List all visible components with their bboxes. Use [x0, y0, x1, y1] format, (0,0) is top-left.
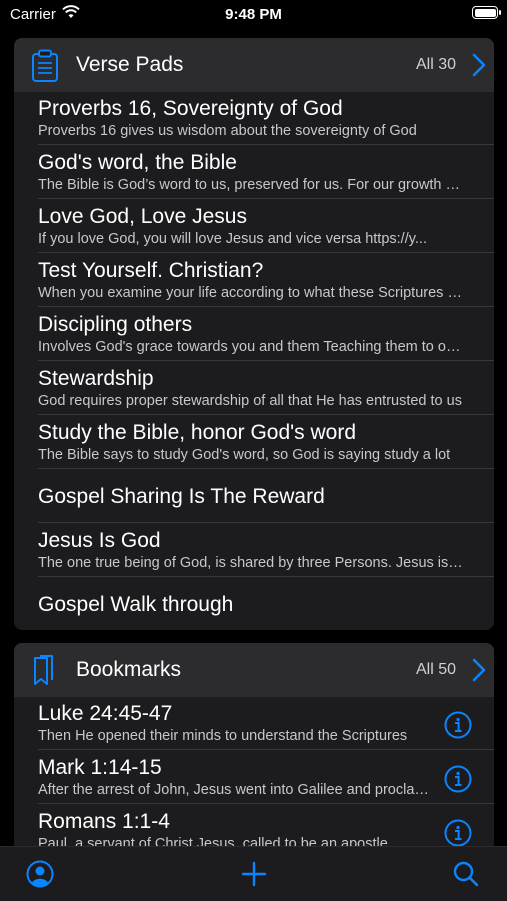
chevron-right-icon[interactable]	[472, 53, 486, 82]
verse-pad-row[interactable]: Gospel Walk through	[38, 578, 494, 630]
row-divider	[38, 360, 494, 361]
bookmarks-card: Bookmarks All 50 Luke 24:45-47 Then He o…	[14, 643, 494, 858]
row-divider	[38, 749, 494, 750]
verse-pad-row[interactable]: Test Yourself. Christian? When you exami…	[38, 254, 494, 307]
bookmark-icon	[30, 654, 60, 693]
bookmarks-header[interactable]: Bookmarks All 50	[14, 643, 494, 697]
row-divider	[38, 198, 494, 199]
verse-pads-count[interactable]: All 30	[416, 56, 456, 74]
verse-pad-subtitle: The Bible says to study God's word, so G…	[38, 447, 451, 463]
tab-bar	[0, 846, 507, 901]
verse-pad-subtitle: The one true being of God, is shared by …	[38, 555, 466, 571]
verse-pads-title: Verse Pads	[76, 53, 184, 76]
verse-pad-row[interactable]: Proverbs 16, Sovereignty of God Proverbs…	[38, 92, 494, 145]
verse-pad-subtitle: Involves God's grace towards you and the…	[38, 339, 466, 355]
info-icon[interactable]	[444, 765, 472, 798]
bookmarks-title: Bookmarks	[76, 658, 182, 681]
bookmark-subtitle: Then He opened their minds to understand…	[38, 728, 408, 744]
verse-pad-title: Proverbs 16, Sovereignty of God	[38, 97, 343, 120]
row-divider	[38, 468, 494, 469]
verse-pad-subtitle: Proverbs 16 gives us wisdom about the so…	[38, 123, 417, 139]
bookmark-subtitle: After the arrest of John, Jesus went int…	[38, 782, 430, 798]
verse-pad-row[interactable]: God's word, the Bible The Bible is God’s…	[38, 146, 494, 199]
verse-pad-row[interactable]: Love God, Love Jesus If you love God, yo…	[38, 200, 494, 253]
verse-pads-card: Verse Pads All 30 Proverbs 16, Sovereign…	[14, 38, 494, 630]
verse-pads-header[interactable]: Verse Pads All 30	[14, 38, 494, 92]
verse-pad-row[interactable]: Stewardship God requires proper stewards…	[38, 362, 494, 415]
chevron-right-icon[interactable]	[472, 658, 486, 687]
verse-pad-title: Discipling others	[38, 313, 193, 336]
verse-pad-title: Love God, Love Jesus	[38, 205, 247, 228]
clipboard-icon	[30, 49, 60, 88]
verse-pad-subtitle: God requires proper stewardship of all t…	[38, 393, 462, 409]
row-divider	[38, 144, 494, 145]
row-divider	[38, 414, 494, 415]
verse-pad-title: Stewardship	[38, 367, 154, 390]
row-divider	[38, 252, 494, 253]
bookmark-row[interactable]: Luke 24:45-47 Then He opened their minds…	[38, 697, 494, 750]
bookmark-title: Mark 1:14-15	[38, 756, 162, 779]
search-icon[interactable]	[452, 860, 480, 893]
verse-pad-subtitle: When you examine your life according to …	[38, 285, 466, 301]
verse-pad-title: Jesus Is God	[38, 529, 161, 552]
verse-pad-row[interactable]: Study the Bible, honor God's word The Bi…	[38, 416, 494, 469]
row-divider	[38, 522, 494, 523]
verse-pad-title: Gospel Walk through	[38, 593, 234, 616]
verse-pad-row[interactable]: Jesus Is God The one true being of God, …	[38, 524, 494, 577]
verse-pad-title: Gospel Sharing Is The Reward	[38, 485, 325, 508]
row-divider	[38, 306, 494, 307]
bookmark-title: Luke 24:45-47	[38, 702, 173, 725]
battery-icon	[472, 6, 501, 19]
verse-pad-subtitle: The Bible is God’s word to us, preserved…	[38, 177, 466, 193]
row-divider	[38, 803, 494, 804]
bookmark-row[interactable]: Mark 1:14-15 After the arrest of John, J…	[38, 751, 494, 804]
clock: 9:48 PM	[225, 6, 282, 23]
verse-pad-row[interactable]: Gospel Sharing Is The Reward	[38, 470, 494, 523]
bookmark-title: Romans 1:1-4	[38, 810, 170, 833]
profile-icon[interactable]	[26, 860, 54, 893]
info-icon[interactable]	[444, 711, 472, 744]
verse-pad-title: God's word, the Bible	[38, 151, 237, 174]
verse-pad-title: Test Yourself. Christian?	[38, 259, 264, 282]
row-divider	[38, 576, 494, 577]
add-icon[interactable]	[240, 860, 268, 893]
status-bar: Carrier 9:48 PM	[0, 0, 507, 30]
verse-pad-title: Study the Bible, honor God's word	[38, 421, 357, 444]
verse-pad-subtitle: If you love God, you will love Jesus and…	[38, 231, 427, 247]
bookmarks-count[interactable]: All 50	[416, 661, 456, 679]
verse-pad-row[interactable]: Discipling others Involves God's grace t…	[38, 308, 494, 361]
